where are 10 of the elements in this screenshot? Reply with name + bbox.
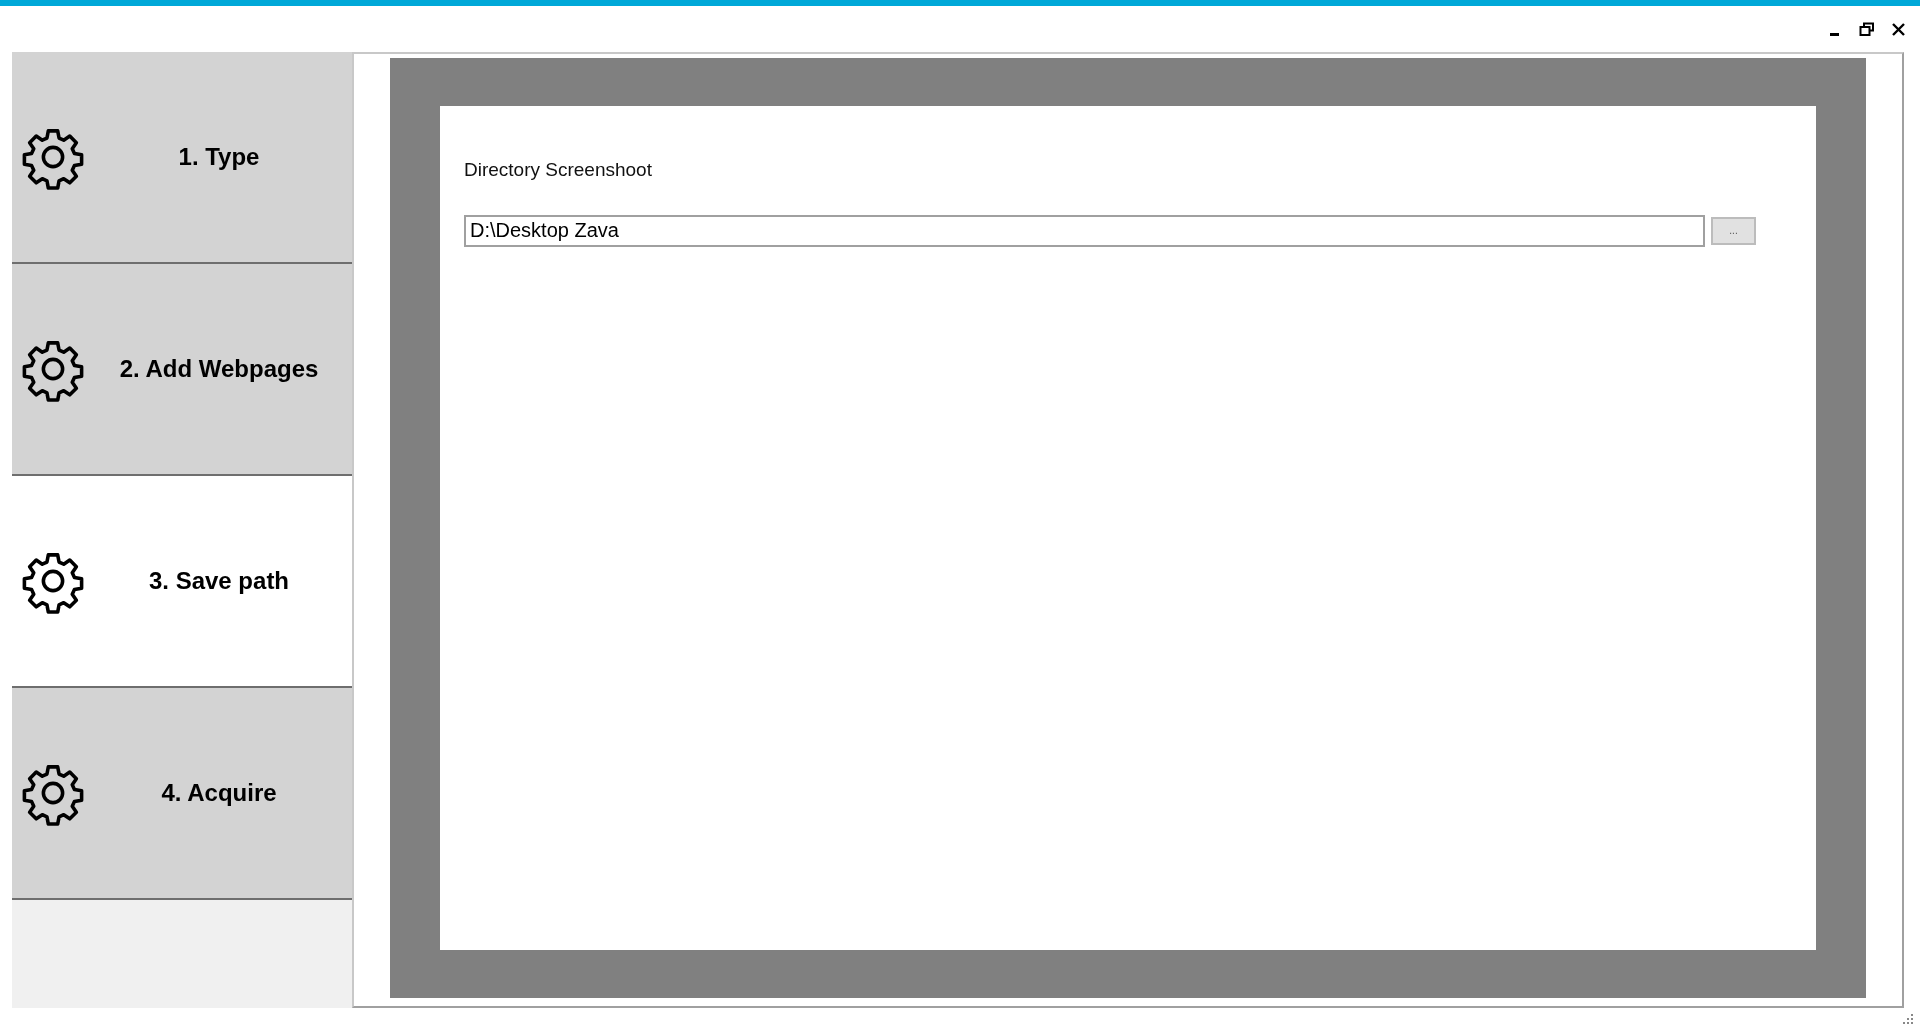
directory-label: Directory Screenshoot <box>464 158 652 182</box>
resize-grip-icon[interactable] <box>1902 1013 1914 1025</box>
step-tab[interactable]: 1. Type <box>12 52 352 264</box>
path-input-field[interactable]: D:\Desktop Zava <box>464 214 1705 247</box>
step-tab[interactable]: 3. Save path <box>12 476 352 688</box>
close-icon[interactable] <box>1890 21 1906 37</box>
step-tab[interactable]: 4. Acquire <box>12 688 352 900</box>
restore-icon[interactable] <box>1858 21 1874 37</box>
browse-button[interactable]: ... <box>1711 216 1756 245</box>
step-tab[interactable]: 2. Add Webpages <box>12 264 352 476</box>
